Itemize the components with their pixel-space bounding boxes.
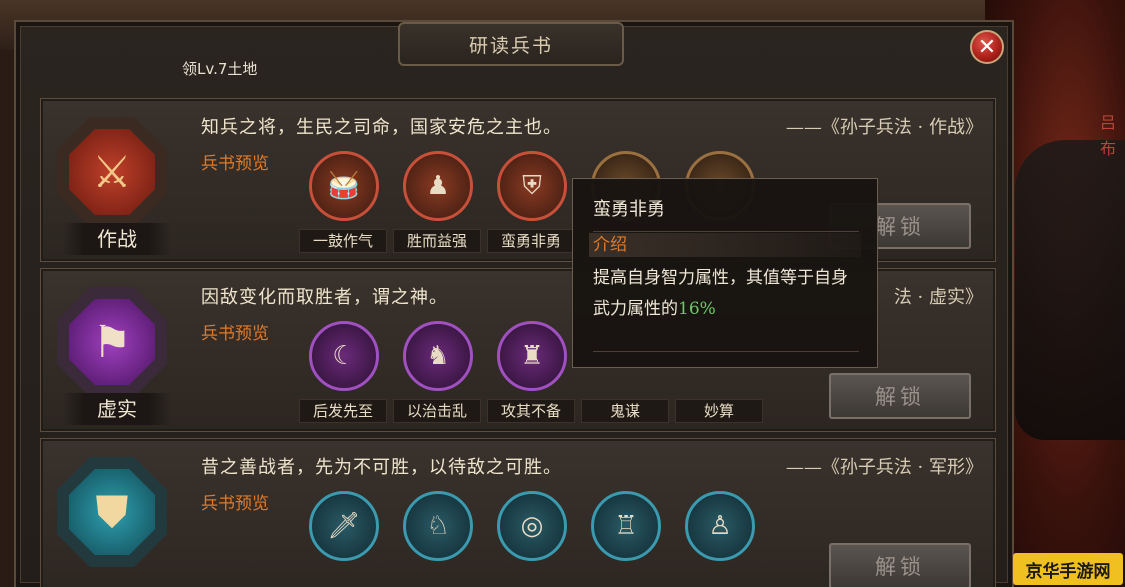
tooltip-description-value: 16% <box>678 299 716 319</box>
badge-name: 作战 <box>63 223 171 255</box>
land-level-label: 领Lv.7土地 <box>182 60 258 78</box>
skill-list: 🗡 ♘ ◎ ♖ ♙ <box>299 491 809 587</box>
skill-item[interactable]: ♞ 以治击乱 <box>393 321 483 425</box>
warrior-icon: ♞ <box>403 321 473 391</box>
arc-slash-icon: ☾ <box>309 321 379 391</box>
character-silhouette <box>1015 140 1125 440</box>
character-name: 吕布 <box>1099 113 1116 158</box>
close-button[interactable]: ✕ <box>970 30 1004 64</box>
banner-flag-icon: ⚑ <box>92 316 132 368</box>
book-quote: 昔之善战者，先为不可胜，以待敌之可胜。 <box>201 457 562 478</box>
skill-item[interactable]: 🗡 <box>299 491 389 587</box>
skill-name: 鬼谋 <box>581 399 669 423</box>
tooltip-description: 提高自身智力属性，其值等于自身武力属性的16% <box>593 263 863 325</box>
watermark: 京华手游网 <box>1013 553 1123 585</box>
preview-label: 兵书预览 <box>201 494 269 514</box>
skill-item[interactable]: ☾ 后发先至 <box>299 321 389 425</box>
skill-name: 攻其不备 <box>487 399 575 423</box>
skill-item[interactable]: ♙ <box>675 491 765 587</box>
unlock-button[interactable]: 解锁 <box>829 543 971 587</box>
general-icon: ♙ <box>685 491 755 561</box>
skill-item[interactable]: ◎ <box>487 491 577 587</box>
tooltip-title: 蛮勇非勇 <box>593 199 665 220</box>
tooltip-divider <box>593 231 859 232</box>
close-icon: ✕ <box>977 34 997 60</box>
ambush-icon: ♜ <box>497 321 567 391</box>
tooltip-divider-bottom <box>593 351 859 352</box>
sword-icon: 🗡 <box>309 491 379 561</box>
round-shield-icon: ◎ <box>497 491 567 561</box>
book-badge-xushi[interactable]: ⚑ <box>57 287 167 397</box>
crossed-swords-icon: ⚔ <box>92 146 132 198</box>
skill-item[interactable]: ♘ <box>393 491 483 587</box>
book-source: 法 · 虚实》 <box>893 287 983 308</box>
book-card-junxing: ⛊ 昔之善战者，先为不可胜，以待敌之可胜。 ——《孙子兵法 · 军形》 兵书预览… <box>40 438 996 587</box>
fortress-icon: ♖ <box>591 491 661 561</box>
skill-item[interactable]: ♜ 攻其不备 <box>487 321 577 425</box>
war-drum-icon: 🥁 <box>309 151 379 221</box>
horse-icon: ♘ <box>403 491 473 561</box>
badge-name: 虚实 <box>63 393 171 425</box>
tooltip-description-text: 提高自身智力属性，其值等于自身武力属性的 <box>593 268 848 319</box>
skill-name: 以治击乱 <box>393 399 481 423</box>
window-title-plate: 研读兵书 <box>398 22 624 66</box>
skill-name: 一鼓作气 <box>299 229 387 253</box>
skill-item[interactable]: 🥁 一鼓作气 <box>299 151 389 255</box>
tooltip-intro-label: 介绍 <box>589 233 861 257</box>
skill-name: 胜而益强 <box>393 229 481 253</box>
soldier-icon: ♟ <box>403 151 473 221</box>
skill-item[interactable]: ♖ <box>581 491 671 587</box>
skill-name: 后发先至 <box>299 399 387 423</box>
skill-item[interactable]: ⛨ 蛮勇非勇 <box>487 151 577 255</box>
window-title: 研读兵书 <box>468 34 553 57</box>
skill-name: 蛮勇非勇 <box>487 229 575 253</box>
skill-item[interactable]: ♟ 胜而益强 <box>393 151 483 255</box>
unlock-button[interactable]: 解锁 <box>829 373 971 419</box>
book-quote: 因敌变化而取胜者，谓之神。 <box>201 287 448 308</box>
shield-icon: ⛨ <box>497 151 567 221</box>
skill-name: 妙算 <box>675 399 763 423</box>
book-badge-zuozhan[interactable]: ⚔ <box>57 117 167 227</box>
preview-label: 兵书预览 <box>201 324 269 344</box>
skill-tooltip: 蛮勇非勇 介绍 提高自身智力属性，其值等于自身武力属性的16% <box>572 178 878 368</box>
book-source: ——《孙子兵法 · 军形》 <box>785 457 983 478</box>
book-source: ——《孙子兵法 · 作战》 <box>785 117 983 138</box>
book-badge-junxing[interactable]: ⛊ <box>57 457 167 567</box>
preview-label: 兵书预览 <box>201 154 269 174</box>
book-quote: 知兵之将，生民之司命，国家安危之主也。 <box>201 117 562 138</box>
shield-arrow-icon: ⛊ <box>95 486 129 538</box>
